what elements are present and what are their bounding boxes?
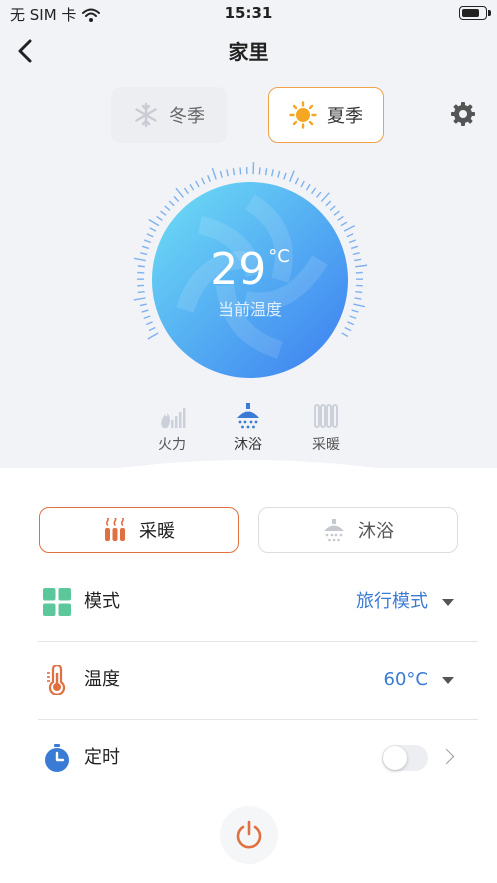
dial-tick [277, 170, 281, 178]
chevron-down-icon[interactable] [442, 599, 454, 606]
snowflake-icon [135, 102, 157, 128]
dial-tick [320, 192, 330, 203]
grid-icon [43, 588, 71, 616]
shower-icon [237, 403, 259, 429]
battery-icon [459, 6, 491, 20]
temperature-row-label: 温度 [84, 669, 120, 690]
dial-tick [175, 187, 185, 198]
fire-signal-icon [161, 408, 186, 428]
status-time: 15:31 [224, 4, 273, 22]
sun-icon [289, 101, 317, 129]
timer-row[interactable]: 定时 [38, 719, 478, 797]
dial-tick [149, 227, 157, 232]
dial-tick [258, 167, 261, 175]
current-temperature: 29 °C [120, 244, 380, 295]
dial-tick [294, 177, 300, 185]
status-bar: 无 SIM 卡 15:31 [0, 0, 497, 26]
chevron-right-icon[interactable] [438, 748, 455, 765]
nav-bar: 家里 [0, 30, 497, 70]
temperature-label: 当前温度 [217, 300, 282, 319]
temperature-number: 29 [210, 244, 267, 295]
dial-tick [333, 210, 340, 216]
dial-tick [264, 168, 268, 176]
dial-tick [289, 170, 295, 182]
dial-tick [168, 200, 175, 207]
dial-tick [226, 169, 229, 177]
temperature-setpoint[interactable]: 60°C [384, 641, 428, 719]
chevron-down-icon[interactable] [442, 677, 454, 684]
dial-tick [340, 221, 348, 227]
tab-heating-label: 采暖 [139, 521, 175, 542]
page-title: 家里 [228, 40, 269, 64]
timer-label: 定时 [84, 747, 120, 768]
dial-tick [344, 326, 352, 332]
dial-tick [343, 224, 356, 232]
dial-tick [337, 215, 344, 221]
dial-tick [148, 326, 156, 332]
temperature-dial: 29 °C 当前温度 [120, 150, 380, 400]
winter-season-button[interactable]: 冬季 [111, 87, 227, 143]
mode-row[interactable]: 模式 旅行模式 [38, 563, 478, 641]
mode-value[interactable]: 旅行模式 [356, 563, 428, 641]
dial-tick [164, 205, 171, 212]
dial-tick [348, 239, 356, 244]
dial-tick [183, 187, 190, 195]
dial-tick [347, 321, 355, 326]
summer-season-button[interactable]: 夏季 [268, 87, 384, 143]
mode-label: 模式 [84, 591, 120, 612]
dial-tick [195, 180, 200, 188]
dial-tick [144, 239, 152, 244]
dial-tick [305, 183, 311, 191]
dial-tick [325, 200, 332, 207]
dial-tick [146, 233, 154, 238]
stopwatch-icon [45, 744, 69, 772]
dial-tick [219, 170, 223, 178]
timer-toggle[interactable] [382, 745, 428, 771]
summer-label: 夏季 [327, 106, 363, 127]
dial-tick [148, 218, 160, 227]
gear-icon[interactable] [448, 99, 478, 129]
dial-tick [147, 332, 159, 340]
power-button[interactable] [220, 806, 278, 864]
temperature-unit: °C [268, 246, 290, 267]
dial-tick [189, 183, 195, 191]
dial-tick [207, 174, 211, 182]
heating-icon [105, 518, 125, 541]
dial-tick [156, 215, 163, 221]
thermometer-icon [47, 665, 66, 695]
dial-tick [200, 177, 206, 185]
dial-tick [173, 195, 180, 203]
shower-icon [324, 519, 344, 542]
dial-tick [300, 180, 305, 188]
tab-shower-label: 沐浴 [358, 521, 394, 542]
dial-tick [315, 191, 322, 198]
dial-tick [329, 205, 336, 212]
dial-tick [283, 172, 287, 180]
dial-tick [310, 187, 317, 195]
tab-shower[interactable]: 沐浴 [258, 507, 458, 553]
dial-tick [145, 321, 153, 326]
power-icon [236, 820, 262, 849]
temperature-row[interactable]: 温度 60°C [38, 641, 478, 719]
tab-heating[interactable]: 采暖 [39, 507, 239, 553]
dial-tick [271, 169, 274, 177]
dial-tick [160, 210, 167, 216]
dial-tick [341, 332, 349, 338]
radiator-icon [314, 404, 338, 428]
dial-tick [211, 167, 217, 180]
winter-label: 冬季 [169, 106, 205, 127]
dial-tick [239, 167, 242, 175]
dial-tick [232, 168, 236, 176]
dial-tick [346, 233, 354, 238]
